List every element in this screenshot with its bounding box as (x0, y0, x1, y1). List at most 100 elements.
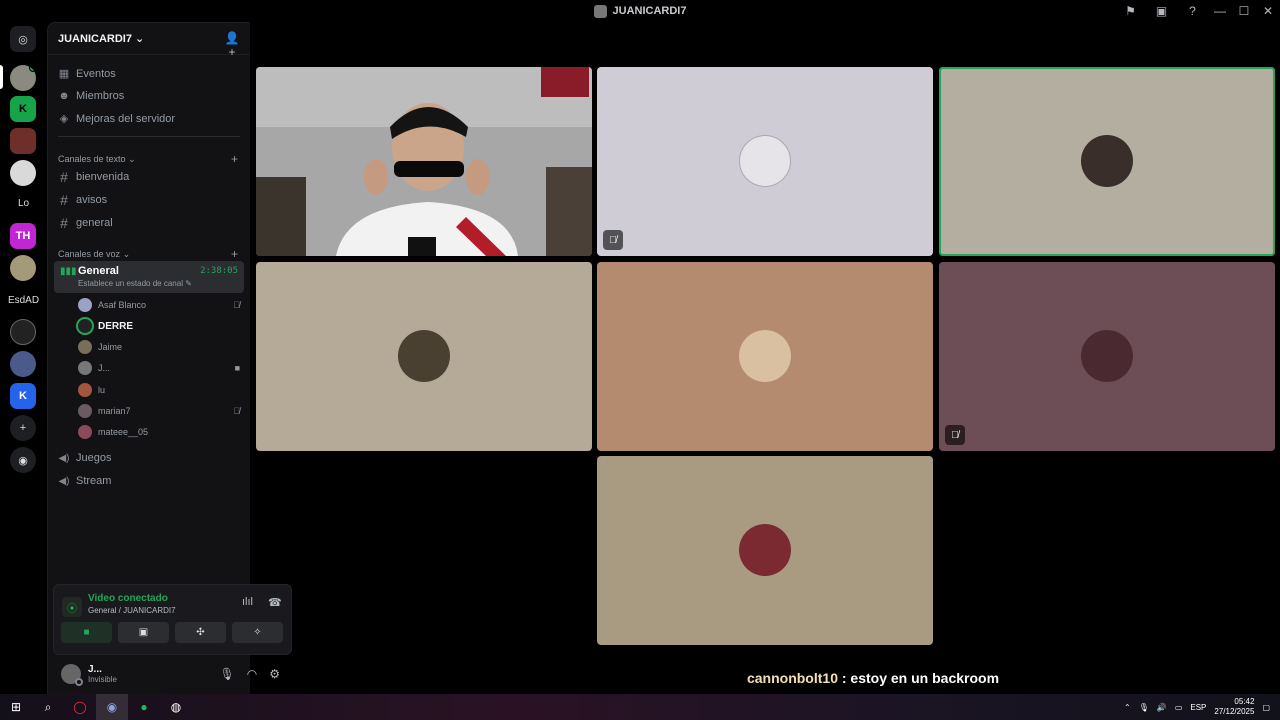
channel-general[interactable]: # general (58, 215, 113, 231)
server-icon-th[interactable]: TH (10, 223, 36, 249)
voice-member[interactable]: DERRE (78, 319, 240, 333)
category-text-channels[interactable]: Canales de texto ⌄ + (58, 152, 238, 166)
discord-home-icon[interactable]: ◎ (10, 26, 36, 52)
avatar (78, 298, 92, 312)
language-indicator[interactable]: ESP (1190, 703, 1206, 712)
gear-icon[interactable]: ⚙ (269, 667, 280, 681)
notifications-icon[interactable]: ▢ (1262, 703, 1270, 712)
server-icon-4[interactable] (10, 160, 36, 186)
channel-status[interactable]: Establece un estado de canal ✎ (78, 279, 192, 288)
user-info[interactable]: J... Invisible (88, 664, 117, 684)
opera-icon[interactable]: ◯ (64, 694, 96, 720)
disconnect-icon[interactable]: ☎ (268, 596, 282, 609)
video-tile-5[interactable] (597, 262, 933, 451)
maximize-button[interactable]: ☐ (1232, 0, 1256, 22)
voice-channel-general[interactable]: ▮▮▮ General 2:38:05 Establece un estado … (54, 261, 244, 293)
app-icon[interactable]: ◍ (160, 694, 192, 720)
speaker-icon: ◀) (58, 475, 70, 487)
minimize-button[interactable]: — (1208, 0, 1232, 22)
avatar (739, 330, 791, 382)
server-icon-esdad[interactable]: EsdAD (0, 295, 47, 306)
server-header[interactable]: JUANICARDI7 ⌄ 👤+ (48, 23, 250, 59)
caption-text: : estoy en un backroom (837, 670, 1000, 686)
server-icon-3[interactable] (10, 128, 36, 154)
screen-share-button[interactable]: ▣ (118, 622, 169, 643)
voice-member[interactable]: J... ■ (78, 361, 240, 375)
flag-icon[interactable]: ⚑ (1115, 0, 1146, 22)
avatar (1081, 330, 1133, 382)
voice-member[interactable]: marian7 🎙̸ (78, 404, 240, 418)
muted-mic-icon: 🎙̸ (233, 300, 240, 310)
server-icon-9[interactable] (10, 319, 36, 345)
boost-icon: ◈ (59, 113, 69, 125)
video-tile-4[interactable] (256, 262, 592, 451)
invite-icon[interactable]: 👤+ (224, 31, 240, 59)
avatar (78, 425, 92, 439)
add-channel-icon[interactable]: + (231, 152, 238, 166)
clock[interactable]: 05:42 27/12/2025 (1214, 697, 1254, 717)
close-button[interactable]: ✕ (1256, 0, 1280, 22)
video-tile-camera[interactable] (256, 67, 592, 256)
soundboard-button[interactable]: ✧ (232, 622, 283, 643)
headphones-icon[interactable]: ◠ (247, 667, 257, 681)
windows-start-icon[interactable]: ⊞ (0, 694, 32, 720)
microphone-icon[interactable]: 🎙 (220, 667, 235, 681)
avatar (398, 330, 450, 382)
channel-bienvenida[interactable]: # bienvenida (58, 169, 129, 185)
category-voice-channels[interactable]: Canales de voz ⌄ + (58, 247, 238, 261)
camera-button[interactable]: ■ (61, 622, 112, 643)
muted-mic-icon: 🎙̸ (945, 425, 965, 445)
add-server-icon[interactable]: + (10, 415, 36, 441)
chevron-up-icon[interactable]: ⌃ (1124, 703, 1131, 712)
microphone-tray-icon[interactable]: 🎙 (1139, 703, 1149, 712)
chevron-down-icon: ⌄ (128, 153, 136, 164)
video-tile-2[interactable]: 🎙̸ (597, 67, 933, 256)
voice-member[interactable]: Jaime (78, 340, 240, 354)
explore-icon[interactable]: ◉ (10, 447, 36, 473)
activities-button[interactable]: ✣ (175, 622, 226, 643)
help-icon[interactable]: ? (1177, 0, 1208, 22)
server-icon (593, 4, 607, 18)
noise-suppression-icon[interactable]: ılıl (242, 596, 253, 608)
voice-member[interactable]: mateee__05 (78, 425, 240, 439)
nav-boost[interactable]: ◈ Mejoras del servidor (58, 112, 175, 126)
server-icon-k2[interactable]: K (10, 383, 36, 409)
speaker-icon: ◀) (58, 452, 70, 464)
server-icon-7[interactable] (10, 255, 36, 281)
add-channel-icon[interactable]: + (231, 247, 238, 261)
status-invisible-icon (75, 678, 83, 686)
voice-connection-panel: ⦿ Video conectado General / JUANICARDI7 … (53, 584, 292, 655)
hash-icon: # (60, 215, 68, 231)
channel-avisos[interactable]: # avisos (58, 192, 107, 208)
server-rail: ◎ K Lo TH EsdAD K + ◉ (0, 22, 47, 694)
network-icon[interactable]: ▭ (1175, 703, 1183, 712)
inbox-icon[interactable]: ▣ (1146, 0, 1177, 22)
search-icon[interactable]: ⌕ (32, 694, 64, 720)
voice-member[interactable]: lu (78, 383, 240, 397)
muted-mic-icon: 🎙̸ (233, 406, 240, 416)
signal-icon[interactable]: ⦿ (62, 597, 82, 617)
spotify-icon[interactable]: ● (128, 694, 160, 720)
server-icon-kick[interactable]: K (10, 96, 36, 122)
voice-channel-stream[interactable]: ◀) Stream (58, 475, 111, 487)
nav-members[interactable]: ☻ Miembros (58, 90, 124, 102)
window-title-text: JUANICARDI7 (612, 5, 687, 17)
voice-member[interactable]: Asaf Blanco 🎙̸ (78, 298, 240, 312)
nav-events[interactable]: ▦ Eventos (58, 67, 116, 81)
discord-taskbar-icon[interactable]: ◉ (96, 694, 128, 720)
video-tile-7[interactable] (597, 456, 933, 645)
server-icon-lo[interactable]: Lo (0, 198, 47, 209)
caption-author: cannonbolt10 (746, 670, 838, 686)
video-tile-6[interactable]: 🎙̸ (939, 262, 1275, 451)
title-bar: JUANICARDI7 ⚑ ▣ ? — ☐ ✕ (0, 0, 1280, 22)
avatar[interactable] (61, 664, 83, 686)
voice-channel-juegos[interactable]: ◀) Juegos (58, 452, 111, 464)
server-icon-10[interactable] (10, 351, 36, 377)
stream-caption: cannonbolt10 : estoy en un backroom (598, 670, 1148, 686)
avatar (78, 404, 92, 418)
avatar (739, 135, 791, 187)
video-tile-3[interactable] (939, 67, 1275, 256)
volume-icon[interactable]: 🔊 (1157, 703, 1167, 712)
server-icon-1[interactable] (10, 65, 36, 91)
avatar (78, 340, 92, 354)
